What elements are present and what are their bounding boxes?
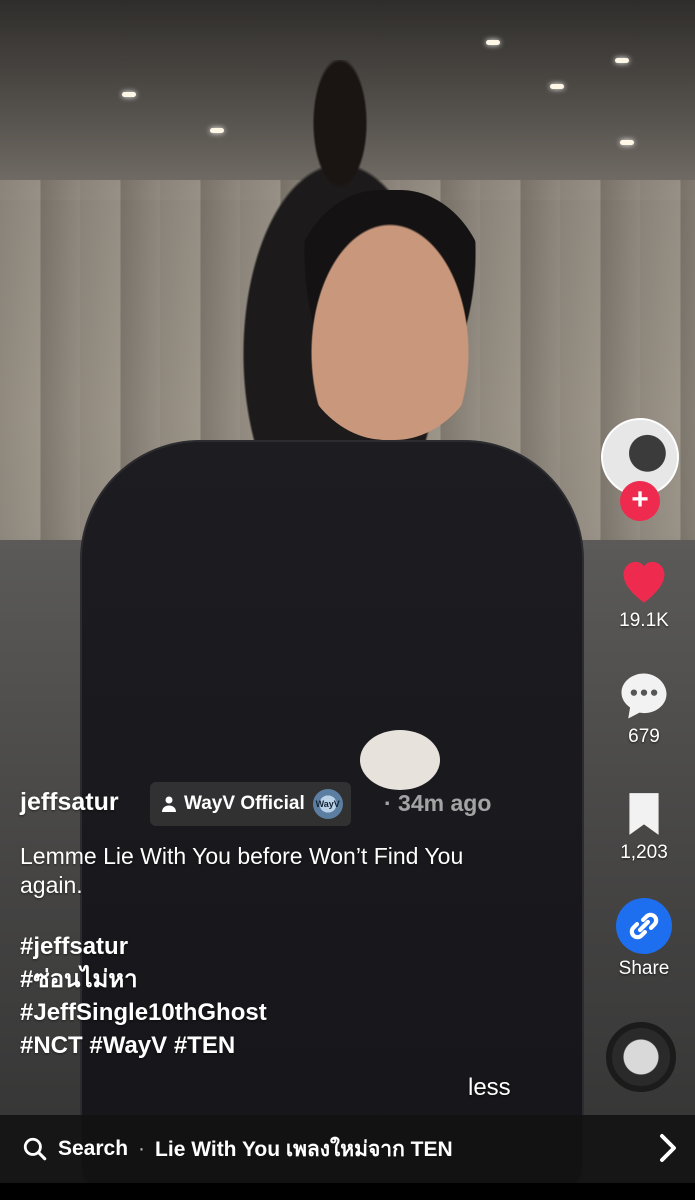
ceiling-light	[550, 84, 564, 89]
post-time: · 34m ago	[384, 790, 492, 816]
rose-embroidery	[360, 730, 440, 790]
search-separator: ·	[138, 1137, 146, 1160]
bookmark-icon	[629, 793, 659, 835]
like-button[interactable]	[610, 552, 678, 608]
ceiling-light	[122, 92, 136, 97]
search-label: Search	[58, 1137, 129, 1160]
hashtag[interactable]: #ซ่อนไม่หา	[20, 963, 267, 996]
collaborator-name: WayV Official	[184, 793, 305, 814]
comment-count: 679	[628, 726, 660, 747]
less-toggle[interactable]: less	[468, 1074, 511, 1102]
music-disc[interactable]	[606, 1022, 676, 1092]
hashtag[interactable]: #NCT #WayV #TEN	[20, 1029, 267, 1062]
save-button[interactable]	[610, 786, 678, 842]
person-head	[290, 190, 490, 440]
post-description: Lemme Lie With You before Won’t Find You…	[20, 843, 464, 898]
search-suggestion[interactable]: Lie With You เพลงใหม่จาก TEN	[155, 1133, 453, 1166]
ceiling-light	[615, 58, 629, 63]
follow-button[interactable]: +	[620, 481, 660, 521]
share-button[interactable]	[610, 898, 678, 954]
search-bar[interactable]: Search · Lie With You เพลงใหม่จาก TEN	[0, 1115, 695, 1183]
share-label: Share	[618, 958, 670, 979]
hashtag[interactable]: #JeffSingle10thGhost	[20, 996, 267, 1029]
comment-button[interactable]	[610, 668, 678, 724]
collaborator-badge: WayV	[312, 789, 343, 819]
hashtag-list: #jeffsatur #ซ่อนไม่หา #JeffSingle10thGho…	[20, 930, 267, 1062]
username[interactable]: jeffsatur	[20, 788, 119, 817]
ceiling-light	[486, 40, 500, 45]
heart-icon	[623, 561, 665, 603]
like-count: 19.1K	[619, 610, 669, 631]
hashtag[interactable]: #jeffsatur	[20, 930, 267, 963]
collaborator-chip[interactable]: WayV Official WayV	[150, 782, 351, 826]
chevron-right-icon[interactable]	[659, 1133, 677, 1169]
ceiling-light	[620, 140, 634, 145]
save-count: 1,203	[620, 842, 668, 863]
search-icon	[22, 1136, 48, 1162]
person-icon	[162, 796, 176, 812]
link-icon	[616, 898, 672, 954]
comment-bubble-icon	[621, 673, 667, 719]
bottom-edge	[0, 1183, 695, 1200]
